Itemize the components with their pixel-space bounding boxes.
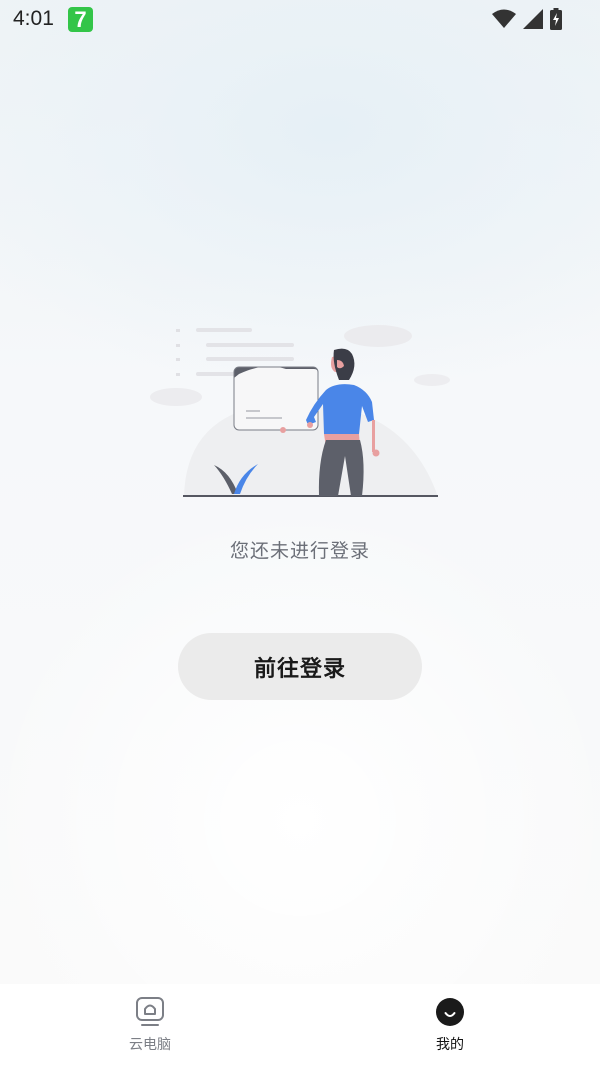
profile-smile-icon [436,998,464,1026]
cloud-pc-icon [136,997,164,1026]
app-notification-badge: 7 [68,7,93,32]
battery-charging-icon [550,8,562,30]
go-login-button[interactable]: 前往登录 [178,633,422,700]
bottom-nav: 云电脑 我的 [0,984,600,1066]
status-bar: 4:01 7 [0,0,600,40]
status-time: 4:01 [13,7,54,30]
nav-item-cloud-pc[interactable]: 云电脑 [50,984,250,1066]
wifi-icon [492,9,516,28]
cell-signal-icon [523,9,543,29]
not-logged-in-illustration [150,325,450,497]
status-icons [492,8,562,30]
nav-item-mine[interactable]: 我的 [350,984,550,1066]
empty-state-text: 您还未进行登录 [229,540,370,562]
nav-label-cloud-pc: 云电脑 [129,1037,171,1053]
nav-label-mine: 我的 [436,1037,464,1053]
